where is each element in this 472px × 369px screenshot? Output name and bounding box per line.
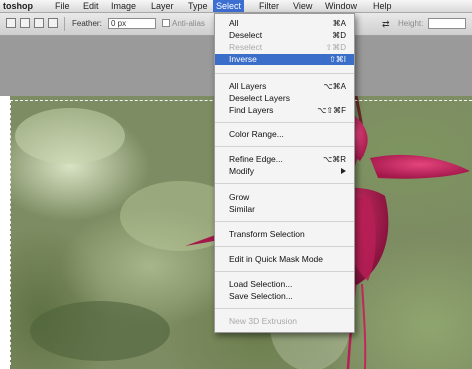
menu-separator [215,308,354,309]
menu-item-label: Deselect Layers [229,93,290,103]
app-menu[interactable]: toshop [0,0,36,12]
menu-item-modify[interactable]: Modify [215,166,354,177]
menu-item-label: Color Range... [229,129,284,139]
feather-label: Feather: [72,19,102,28]
shortcut: ⇧⌘I [329,55,346,64]
menu-separator [215,146,354,147]
shortcut: ⌥⌘A [323,82,346,91]
swap-icon[interactable]: ⇄ [382,19,390,30]
menu-item-label: Deselect [229,30,263,40]
menu-file[interactable]: File [52,0,73,12]
menu-view[interactable]: View [290,0,315,12]
shortcut: ⌥⇧⌘F [317,106,346,115]
shortcut: ⇧⌘D [325,43,346,52]
menu-item-label: Save Selection... [229,291,293,301]
menu-item-similar[interactable]: Similar [215,204,354,215]
menu-item-refine-edge[interactable]: Refine Edge... ⌥⌘R [215,154,354,165]
antialias-checkbox[interactable] [162,19,170,27]
height-label: Height: [398,19,424,28]
menu-item-label: All Layers [229,81,267,91]
menu-item-deselect-layers[interactable]: Deselect Layers [215,93,354,104]
new-selection-icon[interactable] [20,18,30,28]
menu-separator [215,221,354,222]
marquee-tool-icon[interactable] [6,18,16,28]
menu-type[interactable]: Type [185,0,211,12]
add-selection-icon[interactable] [34,18,44,28]
menu-separator [215,246,354,247]
menu-item-transform-selection[interactable]: Transform Selection [215,229,354,240]
menu-item-label: Grow [229,192,250,202]
menu-item-label: New 3D Extrusion [229,316,298,326]
menu-item-label: Modify [229,166,255,176]
menu-bar: toshop File Edit Image Layer Type Select… [0,0,472,13]
menu-filter[interactable]: Filter [256,0,282,12]
menu-item-load-selection[interactable]: Load Selection... [215,279,354,290]
select-menu-dropdown: All ⌘A Deselect ⌘D Reselect ⇧⌘D Inverse … [214,13,355,333]
menu-separator [215,122,354,123]
menu-separator [215,271,354,272]
menu-separator [215,183,354,184]
menu-item-all-layers[interactable]: All Layers ⌥⌘A [215,81,354,92]
menu-edit[interactable]: Edit [80,0,102,12]
menu-item-label: Edit in Quick Mask Mode [229,254,324,264]
submenu-arrow-icon [341,168,346,174]
menu-window[interactable]: Window [322,0,360,12]
menu-item-label: Transform Selection [229,229,305,239]
shortcut: ⌥⌘R [323,155,346,164]
menu-item-label: Load Selection... [229,279,293,289]
menu-item-save-selection[interactable]: Save Selection... [215,291,354,302]
menu-item-label: All [229,18,239,28]
menu-item-color-range[interactable]: Color Range... [215,129,354,140]
menu-item-all[interactable]: All ⌘A [215,18,354,29]
menu-select[interactable]: Select [213,0,245,12]
shortcut: ⌘D [332,31,346,40]
menu-item-new-3d-extrusion: New 3D Extrusion [215,316,354,327]
menu-item-grow[interactable]: Grow [215,192,354,203]
menu-help[interactable]: Help [370,0,395,12]
menu-item-quick-mask[interactable]: Edit in Quick Mask Mode [215,254,354,265]
feather-input[interactable]: 0 px [108,18,156,29]
height-input[interactable] [428,18,466,29]
menu-item-label: Reselect [229,42,263,52]
menu-item-label: Refine Edge... [229,154,283,164]
menu-layer[interactable]: Layer [148,0,177,12]
menu-image[interactable]: Image [108,0,139,12]
menu-separator [215,73,354,74]
menu-item-reselect: Reselect ⇧⌘D [215,42,354,53]
divider [64,17,65,31]
menu-item-label: Similar [229,204,255,214]
menu-item-label: Inverse [229,54,257,64]
antialias-label: Anti-alias [172,19,205,28]
menu-item-inverse[interactable]: Inverse ⇧⌘I [215,54,354,65]
menu-item-label: Find Layers [229,105,274,115]
subtract-selection-icon[interactable] [48,18,58,28]
menu-item-deselect[interactable]: Deselect ⌘D [215,30,354,41]
menu-item-find-layers[interactable]: Find Layers ⌥⇧⌘F [215,105,354,116]
shortcut: ⌘A [332,19,346,28]
